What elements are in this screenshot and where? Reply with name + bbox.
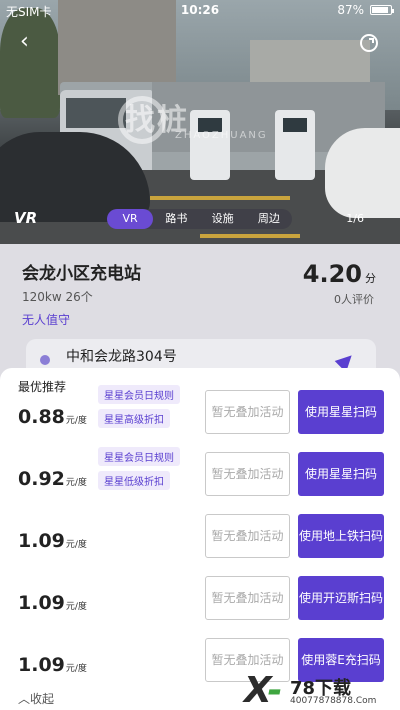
no-promotion-button[interactable]: 暂无叠加活动 <box>205 514 290 558</box>
price-value: 0.92元/度 <box>18 468 87 490</box>
site-url: 40077878878.Com <box>290 696 377 706</box>
location-pin-icon <box>40 355 50 365</box>
price-amount: 1.09 <box>18 592 65 614</box>
photo-page-indicator: 1/6 <box>346 212 364 225</box>
price-unit: 元/度 <box>65 664 87 674</box>
discount-badges: 星星会员日规则 星星低级折扣 <box>98 446 198 494</box>
scan-button[interactable]: 使用地上铁扫码 <box>298 514 384 558</box>
station-rating: 4.20 分 <box>303 260 376 288</box>
price-unit: 元/度 <box>65 478 87 488</box>
price-unit: 元/度 <box>65 602 87 612</box>
rating-value: 4.20 <box>302 260 362 288</box>
photo-tabs: VR 路书 设施 周边 <box>107 209 292 229</box>
parking-line <box>200 234 300 238</box>
tab-nearby[interactable]: 周边 <box>246 209 292 229</box>
scan-button[interactable]: 使用星星扫码 <box>298 390 384 434</box>
no-promotion-button[interactable]: 暂无叠加活动 <box>205 452 290 496</box>
station-info: 会龙小区充电站 120kw 26个 无人值守 4.20 分 0人评价 中和会龙路3… <box>0 244 400 384</box>
battery-fill <box>372 7 388 13</box>
review-count[interactable]: 0人评价 <box>334 291 374 307</box>
price-value: 0.88元/度 <box>18 406 87 428</box>
collapse-button[interactable]: ︿收起 <box>18 690 54 707</box>
share-icon-svg <box>360 34 378 52</box>
price-amount: 1.09 <box>18 654 65 676</box>
price-amount: 1.09 <box>18 530 65 552</box>
site-logo-icon: X- <box>244 670 283 710</box>
screen: 找桩 ZHAOZHUANG 无SIM卡 10:26 87% ‹ VR VR 路书… <box>0 0 400 710</box>
tab-route-guide[interactable]: 路书 <box>153 209 199 229</box>
collapse-label: 收起 <box>30 692 55 706</box>
discount-badges: 星星会员日规则 星星高级折扣 <box>98 384 198 432</box>
no-promotion-button[interactable]: 暂无叠加活动 <box>205 576 290 620</box>
charger-screen <box>283 118 307 132</box>
chevron-up-icon: ︿ <box>18 692 31 706</box>
station-name: 会龙小区充电站 <box>22 264 141 284</box>
photo-car-white <box>325 128 400 218</box>
price-value: 1.09元/度 <box>18 654 87 676</box>
price-amount: 0.88 <box>18 406 65 428</box>
price-sheet: 最优推荐 0.88元/度 星星会员日规则 星星高级折扣 暂无叠加活动 使用星星扫… <box>0 368 400 710</box>
truck-window <box>66 98 126 128</box>
price-row: 1.09元/度 暂无叠加活动 使用地上铁扫码 <box>0 508 400 568</box>
parking-line <box>150 196 290 200</box>
photo-watermark-sub: ZHAOZHUANG <box>175 130 268 141</box>
status-bar: 无SIM卡 10:26 87% <box>0 0 400 22</box>
photo-charger <box>190 110 230 180</box>
price-row: 0.92元/度 星星会员日规则 星星低级折扣 暂无叠加活动 使用星星扫码 <box>0 446 400 506</box>
scan-button[interactable]: 使用星星扫码 <box>298 452 384 496</box>
price-row: 0.88元/度 星星会员日规则 星星高级折扣 暂无叠加活动 使用星星扫码 <box>0 384 400 444</box>
site-watermark: X- 78下载 40077878878.Com <box>240 672 400 710</box>
price-value: 1.09元/度 <box>18 592 87 614</box>
back-icon[interactable]: ‹ <box>20 31 40 53</box>
price-amount: 0.92 <box>18 468 65 490</box>
station-meta: 120kw 26个 <box>22 290 93 304</box>
scan-button[interactable]: 使用开迈斯扫码 <box>298 576 384 620</box>
price-unit: 元/度 <box>65 416 87 426</box>
photo-tree <box>0 8 60 118</box>
discount-badge: 星星会员日规则 <box>98 385 180 404</box>
rating-unit: 分 <box>365 272 376 285</box>
discount-badge: 星星会员日规则 <box>98 447 180 466</box>
station-tag: 无人值守 <box>22 313 71 327</box>
battery-icon <box>370 5 394 15</box>
station-photo[interactable]: 找桩 ZHAOZHUANG <box>0 0 400 244</box>
photo-charger <box>275 110 315 180</box>
no-promotion-button[interactable]: 暂无叠加活动 <box>205 390 290 434</box>
share-icon[interactable] <box>358 32 380 54</box>
price-unit: 元/度 <box>65 540 87 550</box>
battery-percent: 87% <box>337 3 364 17</box>
discount-badge: 星星高级折扣 <box>98 409 170 428</box>
status-right: 87% <box>337 3 394 17</box>
discount-badge: 星星低级折扣 <box>98 471 170 490</box>
vr-logo: VR <box>14 209 38 227</box>
station-address: 中和会龙路304号 <box>66 349 177 365</box>
tab-vr[interactable]: VR <box>107 209 154 229</box>
price-row: 1.09元/度 暂无叠加活动 使用开迈斯扫码 <box>0 570 400 630</box>
price-value: 1.09元/度 <box>18 530 87 552</box>
tab-facilities[interactable]: 设施 <box>200 209 246 229</box>
